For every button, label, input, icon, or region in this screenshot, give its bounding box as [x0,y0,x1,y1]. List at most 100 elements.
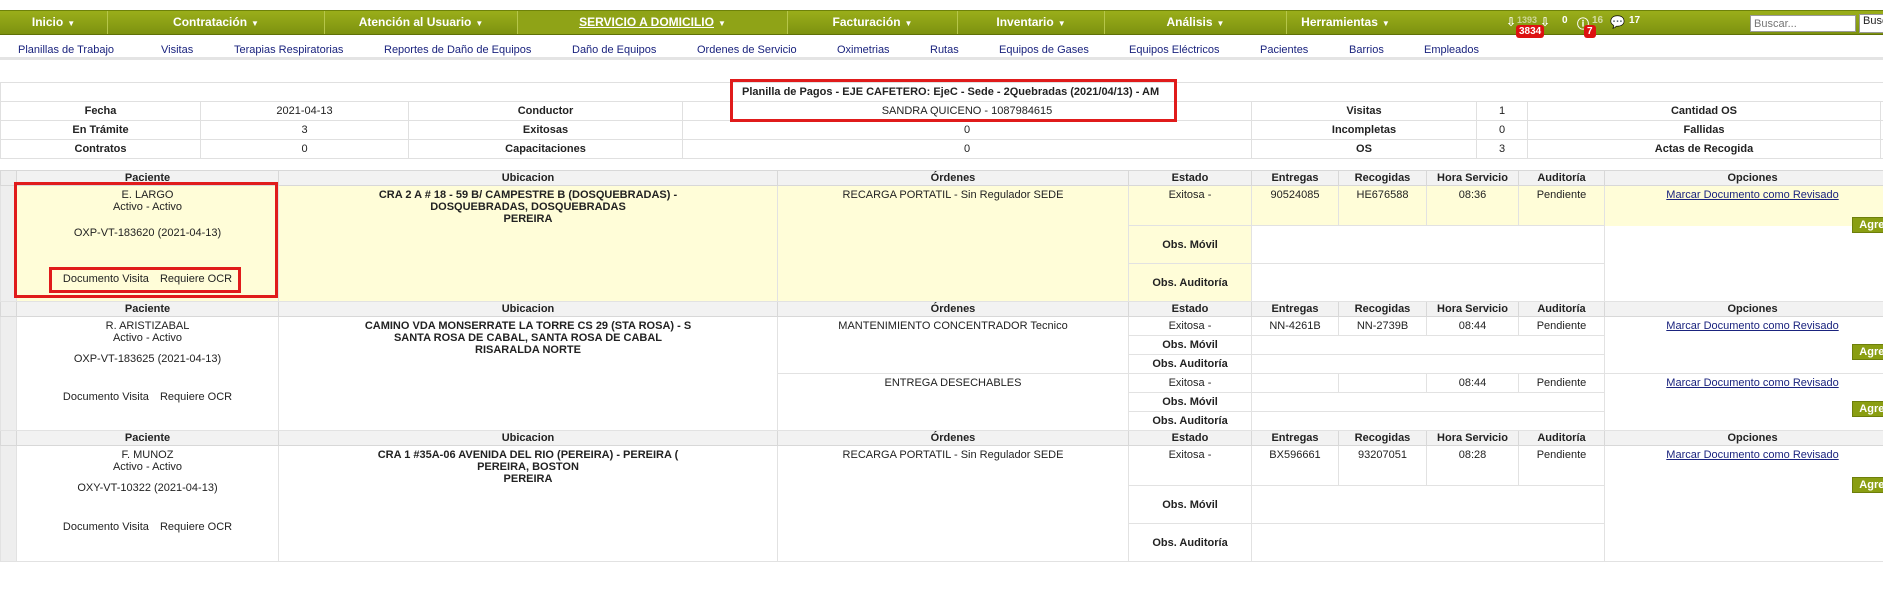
chevron-down-icon: ▼ [251,19,259,28]
capacitaciones-label: Capacitaciones [408,139,683,159]
subnav-barrios[interactable]: Barrios [1349,44,1384,56]
marcar-revisado-link[interactable]: Marcar Documento como Revisado [1666,449,1838,461]
obs-movil-label: Obs. Móvil [1128,225,1252,264]
header-ubicacion: Ubicacion [278,170,778,186]
order-entregas: NN-4261B [1251,316,1339,336]
fecha-label: Fecha [0,101,201,121]
exitosas-value: 0 [682,120,1252,140]
nav-facturacion[interactable]: Facturación ▼ [788,11,958,34]
patient-status: Activo - Activo [112,201,183,213]
agregar-novedad-button[interactable]: Agregar Novedad [1852,477,1883,493]
nav-analisis[interactable]: Análisis ▼ [1105,11,1287,34]
en-tramite-label: En Trámite [0,120,201,140]
subnav-planillas[interactable]: Planillas de Trabajo [18,44,114,56]
fallidas-label: Fallidas [1527,120,1881,140]
obs-auditoria-label: Obs. Auditoría [1128,411,1252,431]
order-estado: Exitosa - [1128,445,1252,486]
nav-herramientas[interactable]: Herramientas ▼ [1287,11,1404,34]
download-icon[interactable]: ⇩ [1506,15,1516,31]
order-name: RECARGA PORTATIL - Sin Regulador SEDE [777,185,1129,302]
obs-auditoria-value [1251,263,1883,302]
nav-inicio[interactable]: Inicio ▼ [0,11,108,34]
messages-count: 17 [1629,15,1641,26]
header-paciente: Paciente [16,170,279,186]
header-auditoria: Auditoría [1518,170,1605,186]
nav-atencion-usuario[interactable]: Atención al Usuario ▼ [325,11,518,34]
header-estado: Estado [1128,170,1252,186]
agregar-novedad-button[interactable]: Agregar Novedad [1852,217,1883,233]
order-recogidas [1338,373,1427,393]
subnav-equipos-electricos[interactable]: Equipos Eléctricos [1129,44,1220,56]
exitosas-label: Exitosas [408,120,683,140]
header-hora: Hora Servicio [1426,170,1519,186]
nav-inventario[interactable]: Inventario ▼ [958,11,1105,34]
visitas-value: 1 [1476,101,1528,121]
obs-auditoria-label: Obs. Auditoría [1128,354,1252,374]
documento-visita-link[interactable]: Documento Visita [63,521,149,533]
order-entregas [1251,373,1339,393]
options-cell: Marcar Documento como Revisado Agregar N… [1604,373,1883,431]
subnav-oximetrias[interactable]: Oximetrias [837,44,890,56]
agregar-novedad-button[interactable]: Agregar Novedad [1852,401,1883,417]
visitas-label: Visitas [1251,101,1477,121]
order-recogidas: 93207051 [1338,445,1427,486]
actas-label: Actas de Recogida [1527,139,1881,159]
search-button[interactable]: Buscar [1859,14,1883,33]
obs-auditoria-label: Obs. Auditoría [1128,523,1252,562]
planilla-summary: Planilla de Pagos - EJE CAFETERO: EjeC -… [0,82,1883,159]
chevron-down-icon: ▼ [475,19,484,28]
contratos-value: 0 [200,139,409,159]
order-estado: Exitosa - [1128,185,1252,226]
subnav-terapias[interactable]: Terapias Respiratorias [234,44,343,56]
nav-servicio-domicilio[interactable]: SERVICIO A DOMICILIO ▼ [518,11,788,34]
order-auditoria: Pendiente [1518,373,1605,393]
order-recogidas: NN-2739B [1338,316,1427,336]
conductor-value: SANDRA QUICENO - 1087984615 [682,101,1252,121]
order-hora: 08:28 [1426,445,1519,486]
visits-table: Paciente Ubicacion Órdenes Estado Entreg… [0,170,1883,562]
subnav-ordenes[interactable]: Ordenes de Servicio [697,44,797,56]
upload-icon[interactable]: ⇩ [1540,15,1550,31]
obs-movil-value [1251,225,1883,264]
chevron-down-icon: ▼ [1216,19,1225,28]
incompletas-label: Incompletas [1251,120,1477,140]
fecha-value: 2021-04-13 [200,101,409,121]
table-row: R. ARISTIZABAL Activo - Activo OXP-VT-18… [0,316,1883,431]
order-entregas: BX596661 [1251,445,1339,486]
header-recogidas: Recogidas [1338,170,1427,186]
order-estado: Exitosa - [1128,316,1252,336]
requiere-ocr-link[interactable]: Requiere OCR [160,273,232,285]
os-value: 3 [1476,139,1528,159]
requiere-ocr-link[interactable]: Requiere OCR [160,521,232,533]
patient-name: E. LARGO [121,189,174,201]
conductor-label: Conductor [408,101,683,121]
patient-cell: E. LARGO Activo - Activo OXP-VT-183620 (… [16,185,279,302]
alerts-badge[interactable]: 7 [1584,25,1596,38]
chat-icon[interactable]: 💬 [1610,15,1625,31]
subnav-reportes-dano[interactable]: Reportes de Daño de Equipos [384,44,531,56]
os-label: OS [1251,139,1477,159]
nav-contratacion[interactable]: Contratación ▼ [108,11,325,34]
order-auditoria: Pendiente [1518,316,1605,336]
subnav-visitas[interactable]: Visitas [161,44,193,56]
order-auditoria: Pendiente [1518,445,1605,486]
agregar-novedad-button[interactable]: Agregar Novedad [1852,344,1883,360]
subnav-empleados[interactable]: Empleados [1424,44,1479,56]
marcar-revisado-link[interactable]: Marcar Documento como Revisado [1666,377,1838,389]
patient-cell: F. MUNOZ Activo - Activo OXY-VT-10322 (2… [16,445,279,562]
subnav-equipos-gases[interactable]: Equipos de Gases [999,44,1089,56]
subnav-rutas[interactable]: Rutas [930,44,959,56]
marcar-revisado-link[interactable]: Marcar Documento como Revisado [1666,320,1838,332]
address-cell: CRA 2 A # 18 - 59 B/ CAMPESTRE B (DOSQUE… [278,185,778,302]
search-input[interactable] [1750,15,1856,32]
documento-visita-link[interactable]: Documento Visita [63,391,149,403]
marcar-revisado-link[interactable]: Marcar Documento como Revisado [1666,189,1838,201]
documento-visita-link[interactable]: Documento Visita [63,273,149,285]
order-estado: Exitosa - [1128,373,1252,393]
subnav-pacientes[interactable]: Pacientes [1260,44,1308,56]
requiere-ocr-link[interactable]: Requiere OCR [160,391,232,403]
table-row: E. LARGO Activo - Activo OXP-VT-183620 (… [0,185,1883,302]
header-entregas: Entregas [1251,170,1339,186]
chevron-down-icon: ▼ [904,19,913,28]
subnav-dano-equipos[interactable]: Daño de Equipos [572,44,656,56]
